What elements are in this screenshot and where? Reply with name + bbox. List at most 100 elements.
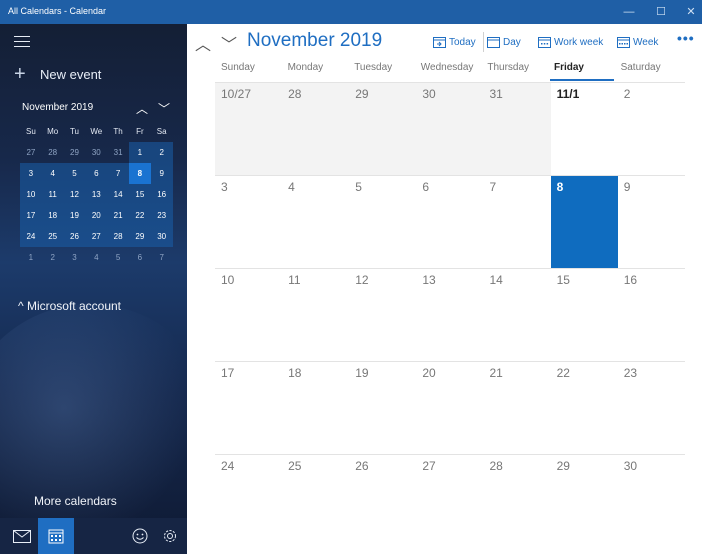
mini-day[interactable]: 5 (107, 247, 129, 268)
mini-day[interactable]: 27 (20, 142, 42, 163)
mini-day[interactable]: 5 (63, 163, 86, 184)
day-cell[interactable]: 3 (215, 176, 282, 269)
mini-day[interactable]: 31 (107, 142, 129, 163)
calendar-icon[interactable] (38, 518, 74, 554)
hamburger-menu-icon[interactable] (14, 36, 30, 48)
mini-day[interactable]: 30 (150, 226, 173, 247)
day-cell[interactable]: 27 (416, 455, 483, 548)
mini-day[interactable]: 17 (20, 205, 42, 226)
mini-day[interactable]: 23 (150, 205, 173, 226)
day-cell[interactable]: 20 (416, 362, 483, 455)
day-cell[interactable]: 7 (484, 176, 551, 269)
mail-icon[interactable] (4, 518, 40, 554)
mini-day[interactable]: 2 (42, 247, 64, 268)
mini-day[interactable]: 4 (85, 247, 107, 268)
mini-day[interactable]: 29 (128, 226, 151, 247)
day-cell[interactable]: 31 (483, 83, 551, 176)
mini-day[interactable]: 6 (129, 247, 151, 268)
day-cell[interactable]: 13 (416, 269, 483, 362)
day-cell[interactable]: 5 (349, 176, 416, 269)
month-title[interactable]: November 2019 (247, 30, 382, 52)
day-cell[interactable]: 28 (484, 455, 551, 548)
close-button[interactable]: ✕ (676, 0, 702, 24)
more-options-icon[interactable]: ••• (677, 30, 695, 46)
day-cell[interactable]: 19 (349, 362, 416, 455)
mini-day[interactable]: 2 (150, 142, 173, 163)
today-button[interactable]: Today (433, 34, 476, 50)
mini-day[interactable]: 27 (85, 226, 108, 247)
mini-day[interactable]: 3 (64, 247, 86, 268)
mini-day[interactable]: 26 (63, 226, 86, 247)
mini-day[interactable]: 16 (150, 184, 173, 205)
mini-day[interactable]: 9 (150, 163, 173, 184)
mini-day[interactable]: 21 (107, 205, 129, 226)
day-cell[interactable]: 6 (416, 176, 483, 269)
mini-day[interactable]: 10 (20, 184, 42, 205)
day-cell[interactable]: 28 (282, 83, 350, 176)
day-cell[interactable]: 14 (484, 269, 551, 362)
day-cell[interactable]: 21 (484, 362, 551, 455)
day-cell[interactable]: 15 (551, 269, 618, 362)
mini-day[interactable]: 6 (85, 163, 108, 184)
more-calendars-link[interactable]: More calendars (34, 494, 117, 508)
day-cell[interactable]: 24 (215, 455, 282, 548)
mini-day[interactable]: 13 (85, 184, 108, 205)
mini-day[interactable]: 24 (20, 226, 42, 247)
maximize-button[interactable]: ☐ (646, 0, 676, 24)
mini-prev-month-icon[interactable]: ︿ (136, 100, 148, 117)
day-cell[interactable]: 2 (618, 83, 685, 176)
mini-day-today[interactable]: 8 (128, 163, 151, 184)
mini-day[interactable]: 3 (20, 163, 42, 184)
mini-calendar-month[interactable]: November 2019 (22, 102, 93, 113)
day-cell[interactable]: 10 (215, 269, 282, 362)
mini-day[interactable]: 18 (41, 205, 64, 226)
calendar-toolbar: ︿ ﹀ November 2019 Today Day Work week We… (187, 24, 702, 60)
day-cell[interactable]: 30 (618, 455, 685, 548)
mini-day[interactable]: 25 (41, 226, 64, 247)
mini-day[interactable]: 28 (42, 142, 64, 163)
mini-day[interactable]: 22 (128, 205, 151, 226)
mini-day[interactable]: 20 (85, 205, 108, 226)
day-cell[interactable]: 12 (349, 269, 416, 362)
day-cell[interactable]: 26 (349, 455, 416, 548)
day-cell[interactable]: 23 (618, 362, 685, 455)
next-month-icon[interactable]: ﹀ (221, 31, 237, 55)
previous-month-icon[interactable]: ︿ (195, 31, 211, 55)
mini-day[interactable]: 12 (63, 184, 86, 205)
day-cell[interactable]: 4 (282, 176, 349, 269)
mini-day[interactable]: 7 (151, 247, 173, 268)
mini-day[interactable]: 15 (128, 184, 151, 205)
day-cell-today[interactable]: 8 (550, 176, 618, 269)
day-cell[interactable]: 17 (215, 362, 282, 455)
mini-day[interactable]: 30 (85, 142, 107, 163)
day-cell[interactable]: 29 (349, 83, 417, 176)
day-cell[interactable]: 29 (551, 455, 618, 548)
week-view-button[interactable]: Week (617, 34, 658, 50)
day-view-label: Day (503, 36, 521, 48)
day-cell[interactable]: 10/27 (215, 83, 283, 176)
mini-day[interactable]: 11 (41, 184, 64, 205)
settings-gear-icon[interactable] (152, 518, 187, 554)
day-cell[interactable]: 16 (618, 269, 685, 362)
mini-day[interactable]: 14 (107, 184, 129, 205)
day-cell[interactable]: 11/1 (551, 83, 618, 176)
work-week-view-button[interactable]: Work week (538, 34, 603, 50)
mini-day[interactable]: 1 (20, 247, 42, 268)
mini-day[interactable]: 19 (63, 205, 86, 226)
microsoft-account-toggle[interactable]: ^ Microsoft account (18, 299, 121, 313)
day-cell[interactable]: 22 (551, 362, 618, 455)
mini-day[interactable]: 28 (107, 226, 129, 247)
mini-day[interactable]: 1 (128, 142, 151, 163)
mini-day[interactable]: 4 (41, 163, 64, 184)
day-cell[interactable]: 25 (282, 455, 349, 548)
day-cell[interactable]: 11 (282, 269, 349, 362)
mini-day[interactable]: 7 (107, 163, 129, 184)
new-event-button[interactable]: + New event (14, 64, 101, 84)
mini-day[interactable]: 29 (64, 142, 86, 163)
day-view-button[interactable]: Day (487, 34, 521, 50)
day-cell[interactable]: 18 (282, 362, 349, 455)
day-cell[interactable]: 30 (416, 83, 484, 176)
minimize-button[interactable]: — (614, 0, 644, 24)
day-cell[interactable]: 9 (618, 176, 685, 269)
mini-next-month-icon[interactable]: ﹀ (158, 100, 170, 117)
